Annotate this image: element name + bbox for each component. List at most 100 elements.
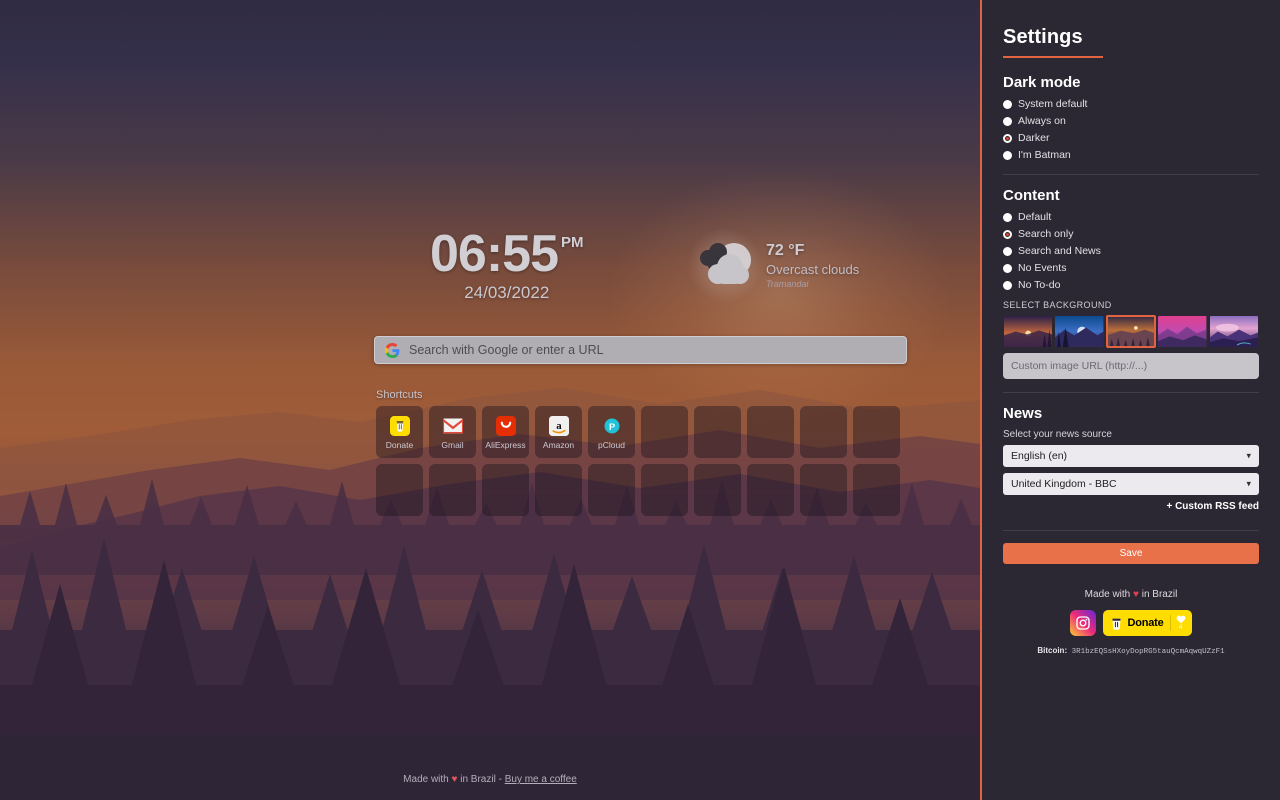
gmail-icon: [442, 415, 464, 437]
weather-widget: 72 °F Overcast clouds Tramandai: [686, 228, 860, 302]
shortcut-label: AliExpress: [485, 439, 526, 450]
background-thumb-violet-clouds-ridge[interactable]: [1209, 315, 1259, 348]
made-with-suffix: in Brazil: [1141, 589, 1178, 600]
radio-search-only[interactable]: Search only: [1003, 228, 1259, 240]
shortcut-amazon[interactable]: a Amazon: [535, 406, 582, 458]
search-input[interactable]: [409, 343, 896, 357]
radio-search-and-news[interactable]: Search and News: [1003, 245, 1259, 257]
dark-mode-heading: Dark mode: [1003, 74, 1081, 91]
radio-no-todo[interactable]: No To-do: [1003, 279, 1259, 291]
made-with-prefix: Made with: [1084, 589, 1131, 600]
news-source-select[interactable]: United Kingdom - BBC: [1003, 473, 1259, 495]
donate-count-value: 4: [1178, 625, 1183, 631]
radio-always-on[interactable]: Always on: [1003, 115, 1259, 127]
shortcut-label: Amazon: [542, 439, 575, 450]
radio-indicator: [1003, 246, 1012, 256]
clock-widget: 06:55 PM 24/03/2022: [430, 228, 584, 303]
news-subtitle: Select your news source: [1003, 429, 1112, 440]
desktop-wallpaper: 06:55 PM 24/03/2022 72 °F Overcast cloud…: [0, 0, 980, 800]
shortcut-donate[interactable]: Donate: [376, 406, 423, 458]
shortcut-label: pCloud: [598, 439, 625, 450]
clock-time: 06:55: [430, 225, 559, 283]
shortcut-empty-slot[interactable]: [747, 406, 794, 458]
custom-image-url-input[interactable]: [1003, 353, 1259, 379]
shortcut-empty-slot[interactable]: [694, 406, 741, 458]
shortcut-empty-slot[interactable]: [429, 464, 476, 516]
clock-ampm: PM: [561, 234, 584, 251]
shortcut-empty-slot[interactable]: [800, 406, 847, 458]
radio-indicator-selected: [1003, 229, 1012, 239]
donate-label: Donate: [1127, 617, 1164, 629]
news-language-select[interactable]: English (en): [1003, 445, 1259, 467]
radio-indicator: [1003, 116, 1012, 126]
bitcoin-label: Bitcoin:: [1037, 646, 1068, 655]
radio-label: I'm Batman: [1018, 149, 1071, 161]
radio-im-batman[interactable]: I'm Batman: [1003, 149, 1259, 161]
section-divider: [1003, 174, 1259, 175]
shortcut-empty-slot[interactable]: [482, 464, 529, 516]
radio-system-default[interactable]: System default: [1003, 98, 1259, 110]
shortcut-empty-slot[interactable]: [853, 406, 900, 458]
shortcut-empty-slot[interactable]: [747, 464, 794, 516]
shortcut-empty-slot[interactable]: [641, 464, 688, 516]
radio-label: No To-do: [1018, 279, 1061, 291]
heart-icon: ♥: [451, 774, 458, 785]
title-underline: [1003, 56, 1103, 58]
buy-me-a-coffee-link[interactable]: Buy me a coffee: [505, 774, 577, 785]
radio-indicator: [1003, 263, 1012, 273]
bitcoin-address[interactable]: 3R1bzEQSsHXoyDopRG5tauQcmAqwqUZzF1: [1072, 648, 1225, 656]
google-icon: [385, 342, 400, 358]
shortcut-label: Donate: [385, 439, 414, 450]
background-thumb-pink-magenta-peaks[interactable]: [1157, 315, 1207, 348]
background-thumb-sunset-lake[interactable]: [1003, 315, 1053, 348]
aliexpress-icon: [495, 415, 517, 437]
shortcut-pcloud[interactable]: P pCloud: [588, 406, 635, 458]
footer-middle: in Brazil -: [460, 774, 502, 785]
background-thumb-blue-mountain-night[interactable]: [1054, 315, 1104, 348]
save-button[interactable]: Save: [1003, 543, 1259, 564]
custom-rss-feed-link[interactable]: + Custom RSS feed: [1003, 501, 1259, 512]
section-divider: [1003, 392, 1259, 393]
shortcut-empty-slot[interactable]: [376, 464, 423, 516]
shortcut-empty-slot[interactable]: [588, 464, 635, 516]
radio-label: Always on: [1018, 115, 1066, 127]
instagram-icon: [1076, 616, 1091, 630]
settings-sidebar: Settings Dark mode System default Always…: [980, 0, 1280, 800]
radio-no-events[interactable]: No Events: [1003, 262, 1259, 274]
radio-default[interactable]: Default: [1003, 211, 1259, 223]
donate-button[interactable]: Donate 4: [1103, 610, 1192, 636]
news-language-wrapper: English (en) ▾: [1003, 445, 1259, 467]
shortcut-empty-slot[interactable]: [853, 464, 900, 516]
instagram-button[interactable]: [1070, 610, 1097, 636]
radio-indicator: [1003, 280, 1012, 290]
news-source-wrapper: United Kingdom - BBC ▾: [1003, 473, 1259, 495]
radio-darker[interactable]: Darker: [1003, 132, 1259, 144]
clock-date: 24/03/2022: [464, 283, 550, 302]
radio-indicator-selected: [1003, 133, 1012, 143]
footer-prefix: Made with: [403, 774, 449, 785]
radio-label: Search only: [1018, 228, 1074, 240]
search-bar[interactable]: [374, 336, 907, 364]
page-footer: Made with ♥ in Brazil - Buy me a coffee: [0, 774, 980, 785]
weather-temperature: 72 °F: [766, 242, 805, 259]
shortcuts-label: Shortcuts: [376, 389, 423, 401]
pcloud-icon: P: [601, 415, 623, 437]
shortcut-aliexpress[interactable]: AliExpress: [482, 406, 529, 458]
shortcut-gmail[interactable]: Gmail: [429, 406, 476, 458]
shortcut-empty-slot[interactable]: [800, 464, 847, 516]
heart-icon: [1176, 615, 1185, 624]
shortcut-empty-slot[interactable]: [641, 406, 688, 458]
donate-count: 4: [1169, 615, 1186, 631]
shortcut-empty-slot[interactable]: [535, 464, 582, 516]
shortcut-empty-slot[interactable]: [694, 464, 741, 516]
background-thumb-orange-sunset-forest[interactable]: [1105, 315, 1157, 348]
radio-label: Darker: [1018, 132, 1050, 144]
radio-indicator: [1003, 99, 1012, 109]
coffee-cup-icon: [389, 415, 411, 437]
weather-description: Overcast clouds: [766, 262, 860, 277]
radio-label: Default: [1018, 211, 1052, 223]
radio-indicator: [1003, 212, 1012, 222]
donate-row: Donate 4: [1003, 610, 1259, 636]
section-divider: [1003, 530, 1259, 531]
near-forest: [0, 538, 980, 800]
